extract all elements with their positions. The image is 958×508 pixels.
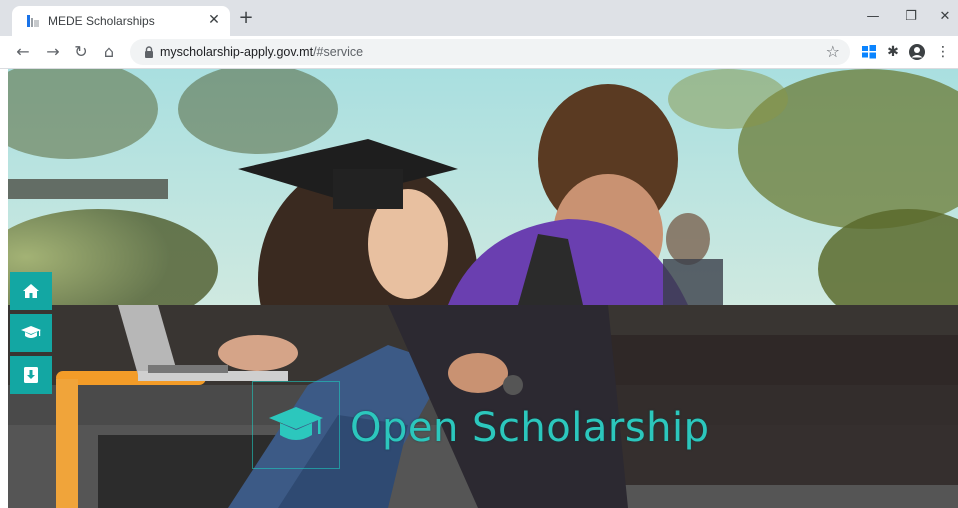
new-tab-icon[interactable]: + [236,8,256,28]
tab-close-icon[interactable]: ✕ [204,10,224,30]
reload-icon[interactable]: ↻ [70,41,92,63]
side-quick-nav [10,272,52,398]
graduation-cap-icon [21,326,41,338]
site-favicon-icon [27,15,39,27]
back-arrow-icon[interactable]: ← [12,41,34,63]
minimize-icon[interactable]: — [858,6,888,28]
url-text: myscholarship-apply.gov.mt/#service [160,45,363,59]
graduation-cap-icon [269,407,323,440]
bookmark-star-icon[interactable]: ☆ [826,42,840,61]
close-window-icon[interactable]: ✕ [930,6,958,28]
open-scholarship-heading: Open Scholarship [252,381,710,469]
side-nav-documents-button[interactable] [10,356,52,394]
title-icon-frame [252,381,340,469]
windows-extension-icon[interactable] [860,43,878,61]
hero-graduates-image [8,69,958,305]
page-content: Open Scholarship [8,69,958,508]
home-button-icon[interactable]: ⌂ [98,41,120,63]
profile-avatar-icon[interactable] [908,43,926,61]
url-host: myscholarship-apply.gov.mt [160,45,314,59]
forward-arrow-icon[interactable]: → [42,41,64,63]
browser-toolbar: ← → ↻ ⌂ myscholarship-apply.gov.mt/#serv… [0,36,958,69]
document-download-icon [24,367,38,383]
tab-title: MEDE Scholarships [48,14,155,28]
home-icon [23,284,39,298]
side-nav-home-button[interactable] [10,272,52,310]
page-title: Open Scholarship [350,405,710,451]
side-nav-scholarships-button[interactable] [10,314,52,352]
browser-window: MEDE Scholarships ✕ + — ❐ ✕ ← → ↻ ⌂ mysc… [0,0,958,508]
tab-strip: MEDE Scholarships ✕ + — ❐ ✕ [0,0,958,36]
extensions-puzzle-icon[interactable]: ✱ [884,43,902,61]
address-bar[interactable]: myscholarship-apply.gov.mt/#service ☆ [130,39,850,65]
url-path: /#service [313,45,364,59]
browser-menu-icon[interactable]: ⋮ [934,43,952,61]
restore-icon[interactable]: ❐ [896,6,926,28]
tab-mede-scholarships[interactable]: MEDE Scholarships ✕ [12,6,230,36]
lock-icon [145,46,153,58]
